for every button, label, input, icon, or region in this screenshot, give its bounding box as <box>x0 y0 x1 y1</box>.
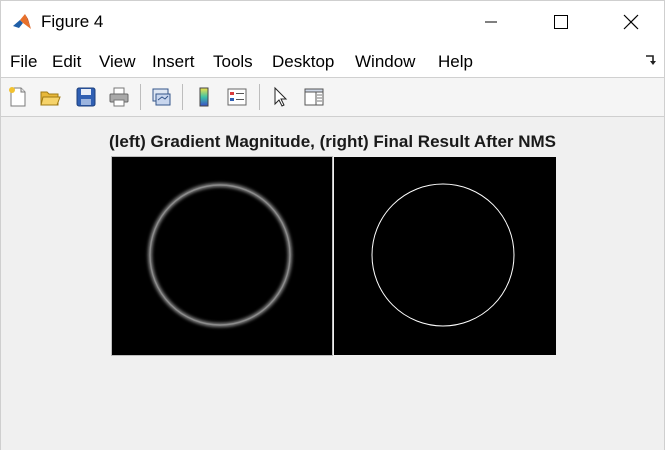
legend-icon <box>227 88 247 106</box>
close-button[interactable] <box>608 1 654 43</box>
open-file-button[interactable] <box>37 84 63 110</box>
print-button[interactable] <box>106 84 132 110</box>
maximize-button[interactable] <box>538 1 584 43</box>
property-inspector-button[interactable] <box>301 84 327 110</box>
menu-window[interactable]: Window <box>355 52 415 72</box>
minimize-icon <box>485 21 497 23</box>
link-plot-button[interactable] <box>148 84 174 110</box>
colorbar-icon <box>199 87 209 107</box>
link-plot-icon <box>152 88 171 106</box>
legend-button[interactable] <box>224 84 250 110</box>
matlab-logo-icon <box>11 11 33 33</box>
figure-title: (left) Gradient Magnitude, (right) Final… <box>108 132 557 151</box>
dock-arrow-icon[interactable] <box>644 53 658 67</box>
menu-edit[interactable]: Edit <box>52 52 81 72</box>
figure-canvas[interactable]: (left) Gradient Magnitude, (right) Final… <box>1 117 664 450</box>
new-figure-icon <box>9 87 26 107</box>
colorbar-button[interactable] <box>191 84 217 110</box>
nms-circle-image <box>334 157 556 355</box>
gradient-ring-image <box>112 157 332 355</box>
menu-bar: File Edit View Insert Tools Desktop Wind… <box>1 43 664 78</box>
figure-toolbar <box>1 78 664 117</box>
edit-plot-arrow-icon <box>274 86 288 107</box>
toolbar-separator <box>140 84 141 110</box>
menu-help[interactable]: Help <box>438 52 473 72</box>
toolbar-separator <box>182 84 183 110</box>
maximize-icon <box>554 15 568 29</box>
open-file-icon <box>40 91 61 106</box>
print-icon <box>109 87 129 107</box>
save-button[interactable] <box>73 84 99 110</box>
menu-desktop[interactable]: Desktop <box>272 52 334 72</box>
title-bar[interactable]: Figure 4 <box>1 1 664 43</box>
minimize-button[interactable] <box>468 1 514 43</box>
nms-result-panel[interactable] <box>334 157 556 355</box>
window-title: Figure 4 <box>41 12 104 31</box>
edit-plot-button[interactable] <box>267 84 293 110</box>
menu-file[interactable]: File <box>10 52 37 72</box>
menu-view[interactable]: View <box>99 52 136 72</box>
save-icon <box>76 87 96 107</box>
close-icon <box>623 14 639 30</box>
figure-window: Figure 4 File Edit View Insert Tools Des… <box>0 0 665 450</box>
menu-tools[interactable]: Tools <box>213 52 253 72</box>
menu-insert[interactable]: Insert <box>152 52 195 72</box>
new-figure-button[interactable] <box>5 84 31 110</box>
property-inspector-icon <box>304 88 324 106</box>
toolbar-separator <box>259 84 260 110</box>
gradient-magnitude-panel[interactable] <box>111 156 333 356</box>
